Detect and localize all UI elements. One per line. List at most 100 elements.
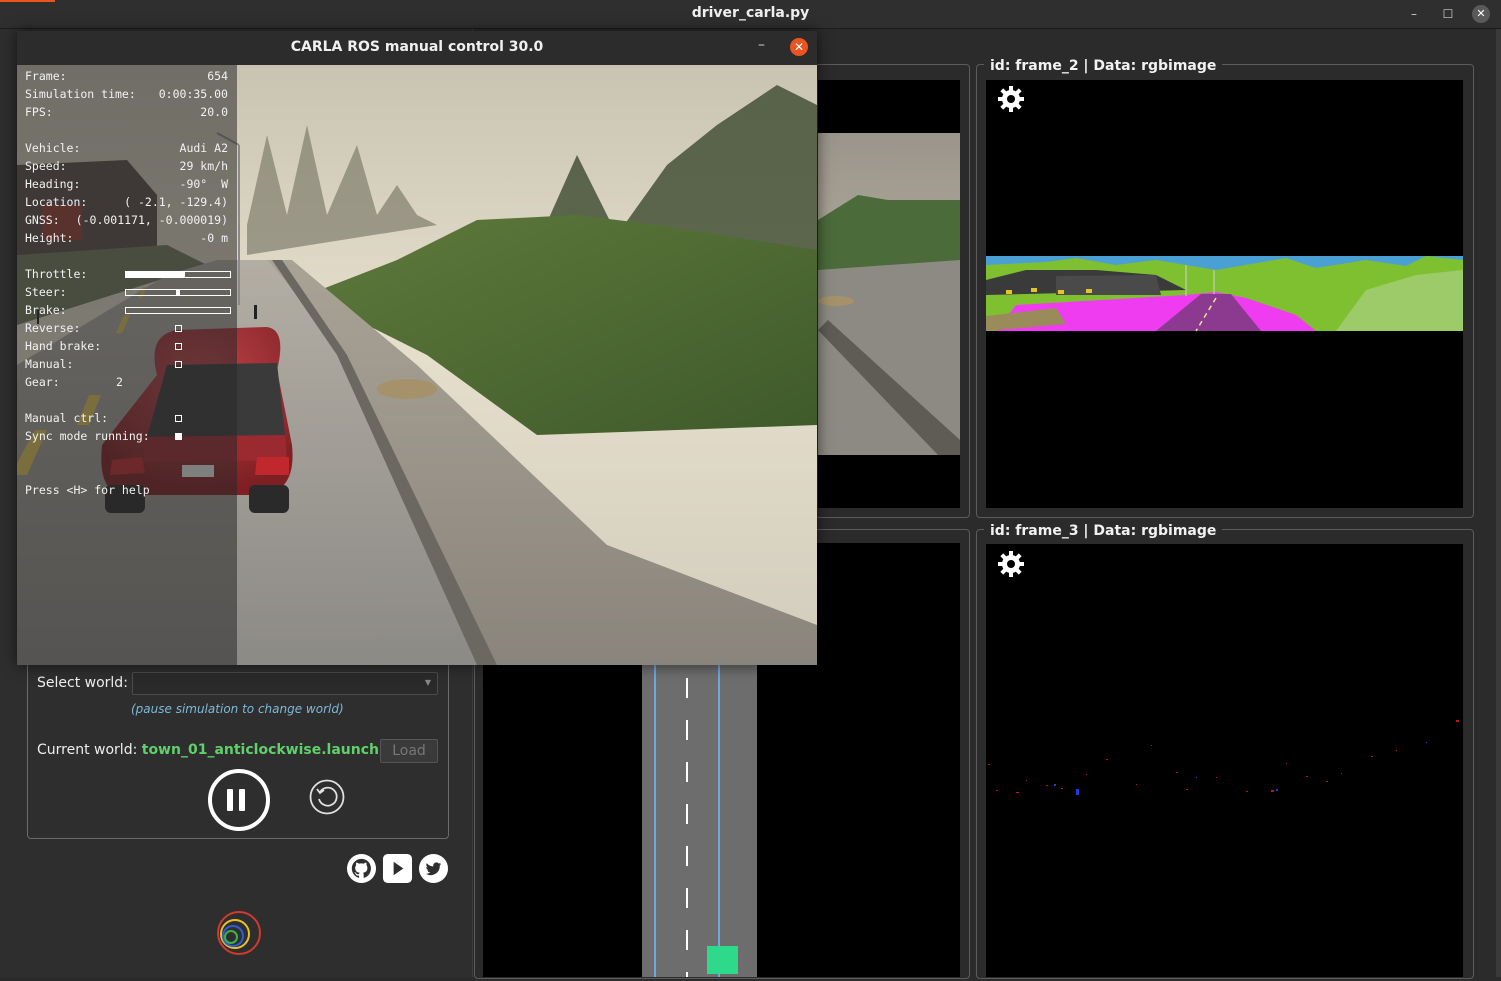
- carla-window-title: CARLA ROS manual control 30.0: [290, 39, 544, 55]
- frame-1-camera-view: [818, 133, 960, 455]
- github-button[interactable]: [346, 853, 377, 884]
- hud-throttle-label: Throttle:: [25, 267, 88, 281]
- current-world-label: Current world:: [37, 742, 138, 758]
- hud-frame-value: 654: [207, 69, 228, 83]
- hud-sim-time: Simulation time: 0:00:35.00: [25, 86, 228, 102]
- hud-fps-value: 20.0: [200, 105, 228, 119]
- settings-gear-icon-2[interactable]: [997, 550, 1025, 578]
- hud-hand-brake-label: Hand brake:: [25, 339, 102, 353]
- load-world-button[interactable]: Load: [380, 739, 438, 763]
- hud-gear-label: Gear:: [25, 375, 60, 389]
- hud-gnss-label: GNSS:: [25, 213, 60, 227]
- frame-3-image: [986, 544, 1463, 977]
- hud-heading: Heading: -90° W: [25, 176, 228, 192]
- hud-manual-ctrl: Manual ctrl:: [25, 410, 228, 426]
- carla-close-button[interactable]: ✕: [790, 38, 808, 56]
- hud-fps-label: FPS:: [25, 105, 53, 119]
- chevron-down-icon: ▼: [424, 678, 431, 687]
- carla-titlebar: CARLA ROS manual control 30.0 – ✕: [17, 31, 817, 65]
- hud-height-label: Height:: [25, 231, 74, 245]
- hand-brake-checkbox: [175, 343, 182, 350]
- hud-manual-ctrl-label: Manual ctrl:: [25, 411, 109, 425]
- reset-icon: [309, 779, 345, 815]
- hud-vehicle: Vehicle: Audi A2: [25, 140, 228, 156]
- hud-gnss: GNSS: (-0.001171, -0.000019): [25, 212, 228, 228]
- hud-manual: Manual:: [25, 356, 228, 372]
- youtube-button[interactable]: [382, 853, 413, 884]
- window-titlebar: driver_carla.py – ☐ ✕: [0, 0, 1501, 29]
- hud-gear-value: 2: [116, 375, 123, 389]
- pause-icon: [227, 789, 233, 811]
- hud-vehicle-label: Vehicle:: [25, 141, 81, 155]
- manual-checkbox: [175, 361, 182, 368]
- world-select-dropdown[interactable]: ▼: [132, 672, 438, 695]
- frame-1-image: [818, 80, 960, 508]
- youtube-icon: [382, 853, 413, 884]
- hud-height: Height: -0 m: [25, 230, 228, 246]
- hud-gear: Gear: 2: [25, 374, 228, 390]
- hud-gnss-value: (-0.001171, -0.000019): [75, 213, 228, 227]
- hud-frame: Frame: 654: [25, 68, 228, 84]
- reset-button[interactable]: [309, 779, 345, 815]
- throttle-bar: [125, 271, 231, 278]
- hud-vehicle-value: Audi A2: [179, 141, 228, 155]
- current-world-row: Current world: town_01_anticlockwise.lau…: [37, 742, 379, 758]
- hud-steer-label: Steer:: [25, 285, 67, 299]
- twitter-icon: [418, 853, 449, 884]
- pause-icon-bar: [239, 789, 245, 811]
- depth-noise-view: [988, 720, 1459, 795]
- frame-3-title: id: frame_3 | Data: rgbimage: [984, 523, 1223, 539]
- window-title: driver_carla.py: [691, 5, 810, 21]
- hud-speed-value: 29 km/h: [179, 159, 228, 173]
- hud-manual-label: Manual:: [25, 357, 74, 371]
- hud-frame-label: Frame:: [25, 69, 67, 83]
- hud-speed: Speed: 29 km/h: [25, 158, 228, 174]
- hud-steer: Steer:: [25, 284, 231, 300]
- current-world-value: town_01_anticlockwise.launch: [141, 742, 379, 758]
- close-window-button[interactable]: ✕: [1472, 5, 1490, 23]
- settings-gear-icon[interactable]: [997, 85, 1025, 113]
- hud-sync-mode-label: Sync mode running:: [25, 429, 150, 443]
- hud-hand-brake: Hand brake:: [25, 338, 228, 354]
- sync-mode-checkbox: [175, 433, 182, 440]
- github-icon: [346, 853, 377, 884]
- hud-speed-label: Speed:: [25, 159, 67, 173]
- hud-location-value: ( -2.1, -129.4): [124, 195, 228, 209]
- hud-help: Press <H> for help: [25, 483, 150, 497]
- steer-bar: [125, 289, 231, 296]
- hud-heading-value: -90° W: [179, 177, 228, 191]
- hud-sim-time-value: 0:00:35.00: [158, 87, 228, 101]
- hud-reverse: Reverse:: [25, 320, 228, 336]
- hud-sync-mode: Sync mode running:: [25, 428, 228, 444]
- throttle-fill: [126, 272, 185, 277]
- hud-location-label: Location:: [25, 195, 88, 209]
- hud-fps: FPS: 20.0: [25, 104, 228, 120]
- select-world-label: Select world:: [37, 675, 128, 691]
- frame-2-title: id: frame_2 | Data: rgbimage: [984, 58, 1223, 74]
- manual-ctrl-checkbox: [175, 415, 182, 422]
- hud-brake: Brake:: [25, 302, 231, 318]
- hud-height-value: -0 m: [200, 231, 228, 245]
- hud-location: Location: ( -2.1, -129.4): [25, 194, 228, 210]
- hud-sim-time-label: Simulation time:: [25, 87, 136, 101]
- hud-reverse-label: Reverse:: [25, 321, 81, 335]
- brake-bar: [125, 307, 231, 314]
- pause-hint-text: (pause simulation to change world): [131, 702, 344, 716]
- twitter-button[interactable]: [418, 853, 449, 884]
- frame-2-image: [986, 80, 1463, 508]
- carla-minimize-button[interactable]: –: [758, 37, 765, 53]
- reverse-checkbox: [175, 325, 182, 332]
- steer-marker: [176, 290, 180, 295]
- carla-logo: [217, 911, 261, 955]
- hud-heading-label: Heading:: [25, 177, 81, 191]
- maximize-window-button[interactable]: ☐: [1439, 5, 1457, 23]
- hud-throttle: Throttle:: [25, 266, 231, 282]
- minimize-window-button[interactable]: –: [1405, 5, 1423, 23]
- hud-brake-label: Brake:: [25, 303, 67, 317]
- pause-button[interactable]: [208, 769, 270, 831]
- titlebar-accent: [0, 0, 55, 2]
- carla-manual-control-window: CARLA ROS manual control 30.0 – ✕ Frame:…: [17, 31, 817, 665]
- scrollbar[interactable]: [1496, 29, 1501, 977]
- hud-overlay: Frame: 654 Simulation time: 0:00:35.00 FPS…: [17, 65, 237, 665]
- segmentation-view: [986, 256, 1463, 332]
